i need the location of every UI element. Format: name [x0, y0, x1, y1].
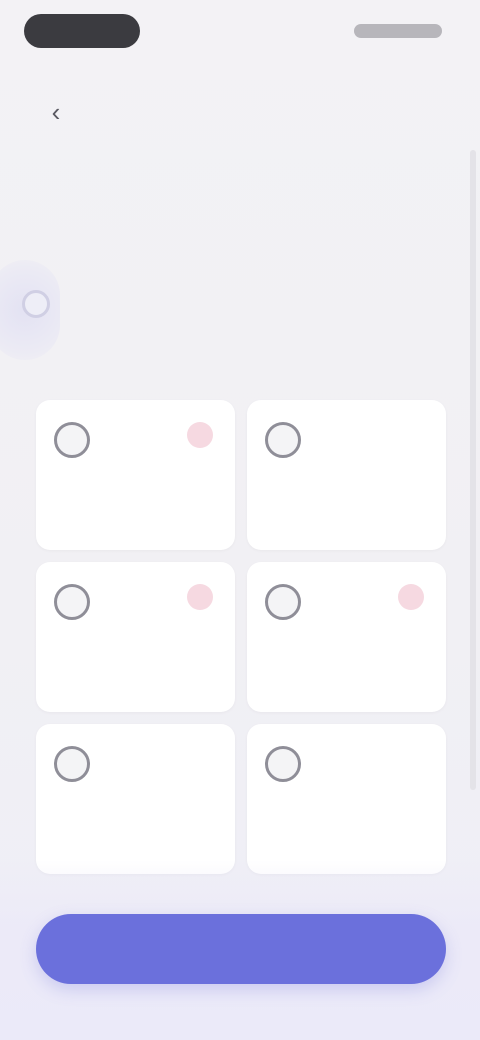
status-bar	[0, 0, 480, 64]
person-icon	[54, 422, 90, 458]
badge-icon	[398, 584, 424, 610]
bag-icon	[265, 422, 301, 458]
option-tile-1[interactable]	[36, 400, 235, 550]
option-tile-2[interactable]	[247, 400, 446, 550]
option-tile-4[interactable]	[247, 562, 446, 712]
option-tile-3[interactable]	[36, 562, 235, 712]
status-time-pill	[24, 14, 140, 48]
badge-icon	[187, 422, 213, 448]
onboarding-screen: ‹	[0, 0, 480, 1040]
option-tile-6[interactable]	[247, 724, 446, 874]
option-tile-5[interactable]	[36, 724, 235, 874]
person-icon	[265, 584, 301, 620]
chevron-left-icon: ‹	[51, 96, 61, 127]
globe-icon	[265, 746, 301, 782]
option-grid	[36, 400, 446, 874]
continue-button[interactable]	[36, 914, 446, 984]
side-circle-icon	[22, 290, 50, 318]
scrollbar[interactable]	[470, 150, 476, 790]
back-button[interactable]: ‹	[36, 92, 76, 132]
badge-icon	[187, 584, 213, 610]
person-icon	[54, 584, 90, 620]
mail-icon	[54, 746, 90, 782]
status-indicators	[354, 24, 442, 38]
